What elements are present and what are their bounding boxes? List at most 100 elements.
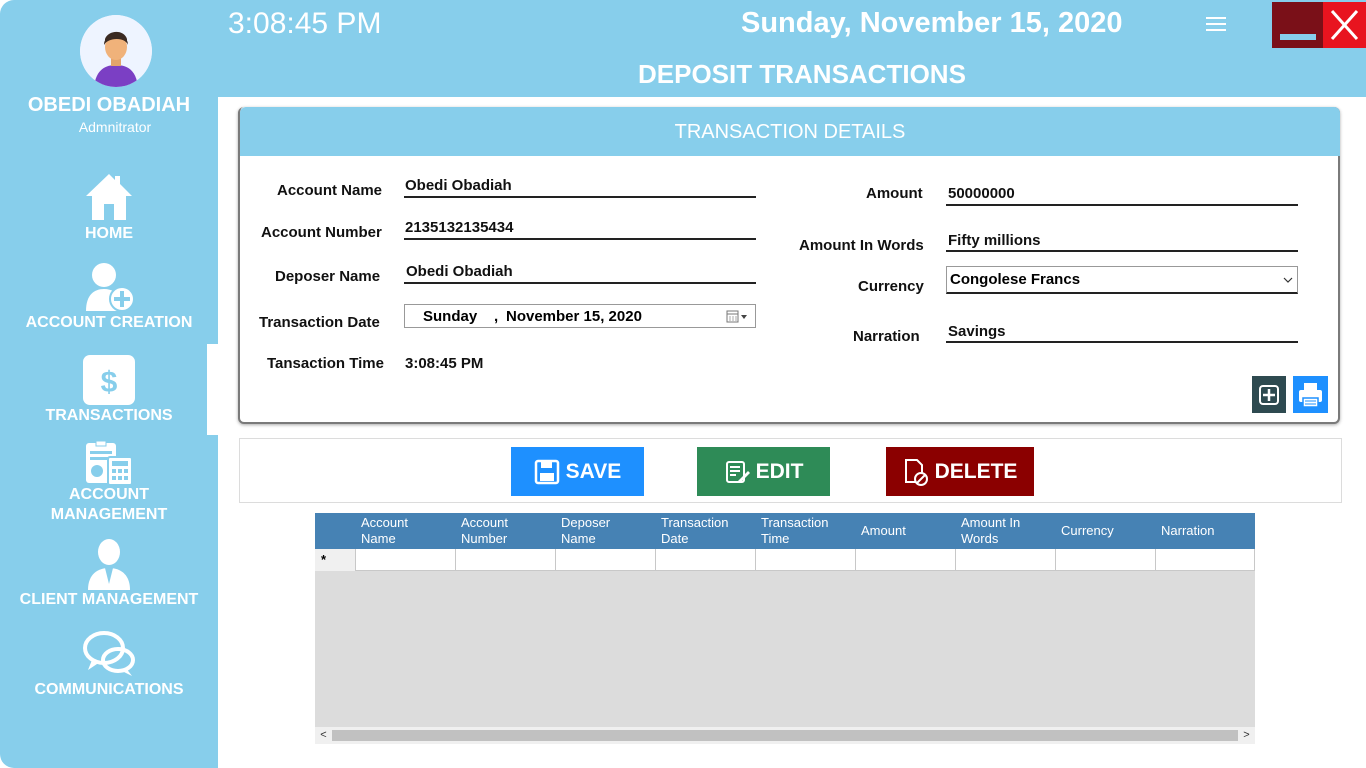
date-rest: November 15, 2020 [506, 308, 642, 325]
sidebar-item-client-management[interactable]: CLIENT MANAGEMENT [0, 538, 218, 610]
narration-underline [946, 341, 1298, 343]
column-header[interactable]: Amount In Words [955, 513, 1055, 549]
delete-button[interactable]: DELETE [886, 447, 1034, 496]
svg-text:$: $ [101, 366, 118, 399]
deposer-name-underline [404, 282, 756, 284]
minimize-icon [1280, 34, 1316, 40]
add-user-icon [82, 261, 136, 313]
table-cell[interactable] [1156, 549, 1255, 571]
currency-label: Currency [858, 278, 924, 295]
sidebar-item-home[interactable]: HOME [0, 170, 218, 244]
amount-field[interactable]: 50000000 [948, 185, 1015, 202]
account-name-label: Account Name [277, 182, 383, 199]
print-button[interactable] [1293, 376, 1328, 413]
table-cell[interactable] [656, 549, 756, 571]
account-name-underline [404, 196, 756, 198]
table-cell[interactable] [956, 549, 1056, 571]
header: 3:08:45 PM Sunday, November 15, 2020 DEP… [218, 0, 1366, 97]
calculator-icon [84, 440, 134, 486]
add-button[interactable] [1252, 376, 1286, 413]
grid-header: Account Name Account Number Deposer Name Tr… [315, 513, 1255, 549]
column-header[interactable]: Account Number [455, 513, 555, 549]
page-title: DEPOSIT TRANSACTIONS [638, 59, 966, 89]
dollar-icon: $ [82, 354, 136, 406]
horizontal-scrollbar[interactable]: < > [315, 727, 1255, 744]
sidebar-item-label: ACCOUNT CREATION [25, 314, 193, 331]
header-date: Sunday, November 15, 2020 [741, 7, 1123, 39]
deposer-name-label: Deposer Name [275, 268, 381, 285]
currency-select[interactable]: Congolese Francs [946, 266, 1298, 294]
account-number-label: Account Number [261, 224, 382, 241]
app-window: OBEDI OBADIAH Admnitrator HOME ACCOUNT C… [0, 0, 1366, 768]
user-role: Admnitrator [78, 119, 152, 135]
panel-title: TRANSACTION DETAILS [240, 107, 1340, 156]
amount-in-words-field[interactable]: Fifty millions [948, 232, 1041, 249]
scroll-thumb[interactable] [332, 730, 1238, 741]
sidebar-item-transactions[interactable]: $ TRANSACTIONS [0, 354, 218, 426]
table-cell[interactable] [556, 549, 656, 571]
transactions-grid[interactable]: Account Name Account Number Deposer Name Tr… [315, 513, 1255, 744]
sidebar-item-label: ACCOUNT [69, 486, 149, 503]
column-header[interactable]: Narration [1155, 513, 1255, 549]
sidebar-item-label: HOME [85, 225, 133, 242]
menu-icon[interactable] [1206, 17, 1226, 33]
save-button[interactable]: SAVE [511, 447, 644, 496]
amount-in-words-label: Amount In Words [799, 237, 924, 254]
scroll-left-icon[interactable]: < [315, 727, 332, 744]
narration-label: Narration [853, 328, 920, 345]
sidebar-item-account-creation[interactable]: ACCOUNT CREATION [0, 261, 218, 333]
table-cell[interactable] [1056, 549, 1156, 571]
sidebar: OBEDI OBADIAH Admnitrator HOME ACCOUNT C… [0, 0, 218, 768]
home-icon [82, 170, 136, 224]
transaction-details-panel: TRANSACTION DETAILS Account Name Obedi O… [238, 107, 1340, 424]
floppy-icon [534, 459, 559, 484]
table-cell[interactable] [756, 549, 856, 571]
avatar [80, 15, 152, 87]
transaction-time-label: Tansaction Time [267, 355, 384, 372]
table-cell[interactable] [356, 549, 456, 571]
narration-field[interactable]: Savings [948, 323, 1006, 340]
client-icon [84, 538, 134, 590]
column-header[interactable]: Amount [855, 513, 955, 549]
chevron-down-icon [1283, 277, 1293, 283]
plus-icon [1259, 385, 1279, 405]
edit-button[interactable]: EDIT [697, 447, 830, 496]
edit-icon [725, 460, 750, 483]
sidebar-item-account-management[interactable]: ACCOUNT MANAGEMENT [0, 440, 218, 525]
sidebar-item-label: COMMUNICATIONS [34, 681, 184, 698]
minimize-button[interactable] [1272, 2, 1323, 48]
calendar-icon [726, 310, 747, 323]
transaction-date-picker[interactable]: Sunday , November 15, 2020 [404, 304, 756, 328]
scroll-right-icon[interactable]: > [1238, 727, 1255, 744]
selected-indicator [207, 344, 218, 435]
edit-label: EDIT [755, 459, 804, 483]
sidebar-item-label: CLIENT MANAGEMENT [19, 591, 199, 608]
account-number-field[interactable]: 2135132135434 [405, 219, 513, 236]
close-icon [1330, 10, 1359, 40]
sidebar-item-communications[interactable]: COMMUNICATIONS [0, 630, 218, 700]
chat-icon [82, 630, 136, 680]
date-separator: , [494, 308, 499, 325]
account-name-field[interactable]: Obedi Obadiah [405, 177, 512, 194]
transaction-date-label: Transaction Date [259, 314, 380, 331]
sidebar-item-label: TRANSACTIONS [45, 407, 173, 424]
column-header[interactable]: Account Name [355, 513, 455, 549]
table-row[interactable] [315, 549, 1255, 571]
column-header[interactable]: Deposer Name [555, 513, 655, 549]
column-header[interactable]: Transaction Time [755, 513, 855, 549]
table-cell[interactable] [456, 549, 556, 571]
new-row-marker[interactable]: * [315, 549, 356, 571]
deposer-name-field[interactable]: Obedi Obadiah [406, 263, 513, 280]
sidebar-item-label-line2: MANAGEMENT [50, 506, 168, 523]
close-button[interactable] [1323, 2, 1366, 48]
currency-selected: Congolese Francs [950, 271, 1081, 288]
printer-icon [1299, 383, 1322, 408]
transaction-time-value: 3:08:45 PM [405, 355, 484, 372]
account-number-underline [404, 238, 756, 240]
column-header[interactable]: Transaction Date [655, 513, 755, 549]
table-cell[interactable] [856, 549, 956, 571]
action-bar: SAVE EDIT DELETE [239, 438, 1342, 503]
delete-file-icon [904, 458, 928, 486]
column-header[interactable]: Currency [1055, 513, 1155, 549]
clock: 3:08:45 PM [228, 7, 382, 40]
